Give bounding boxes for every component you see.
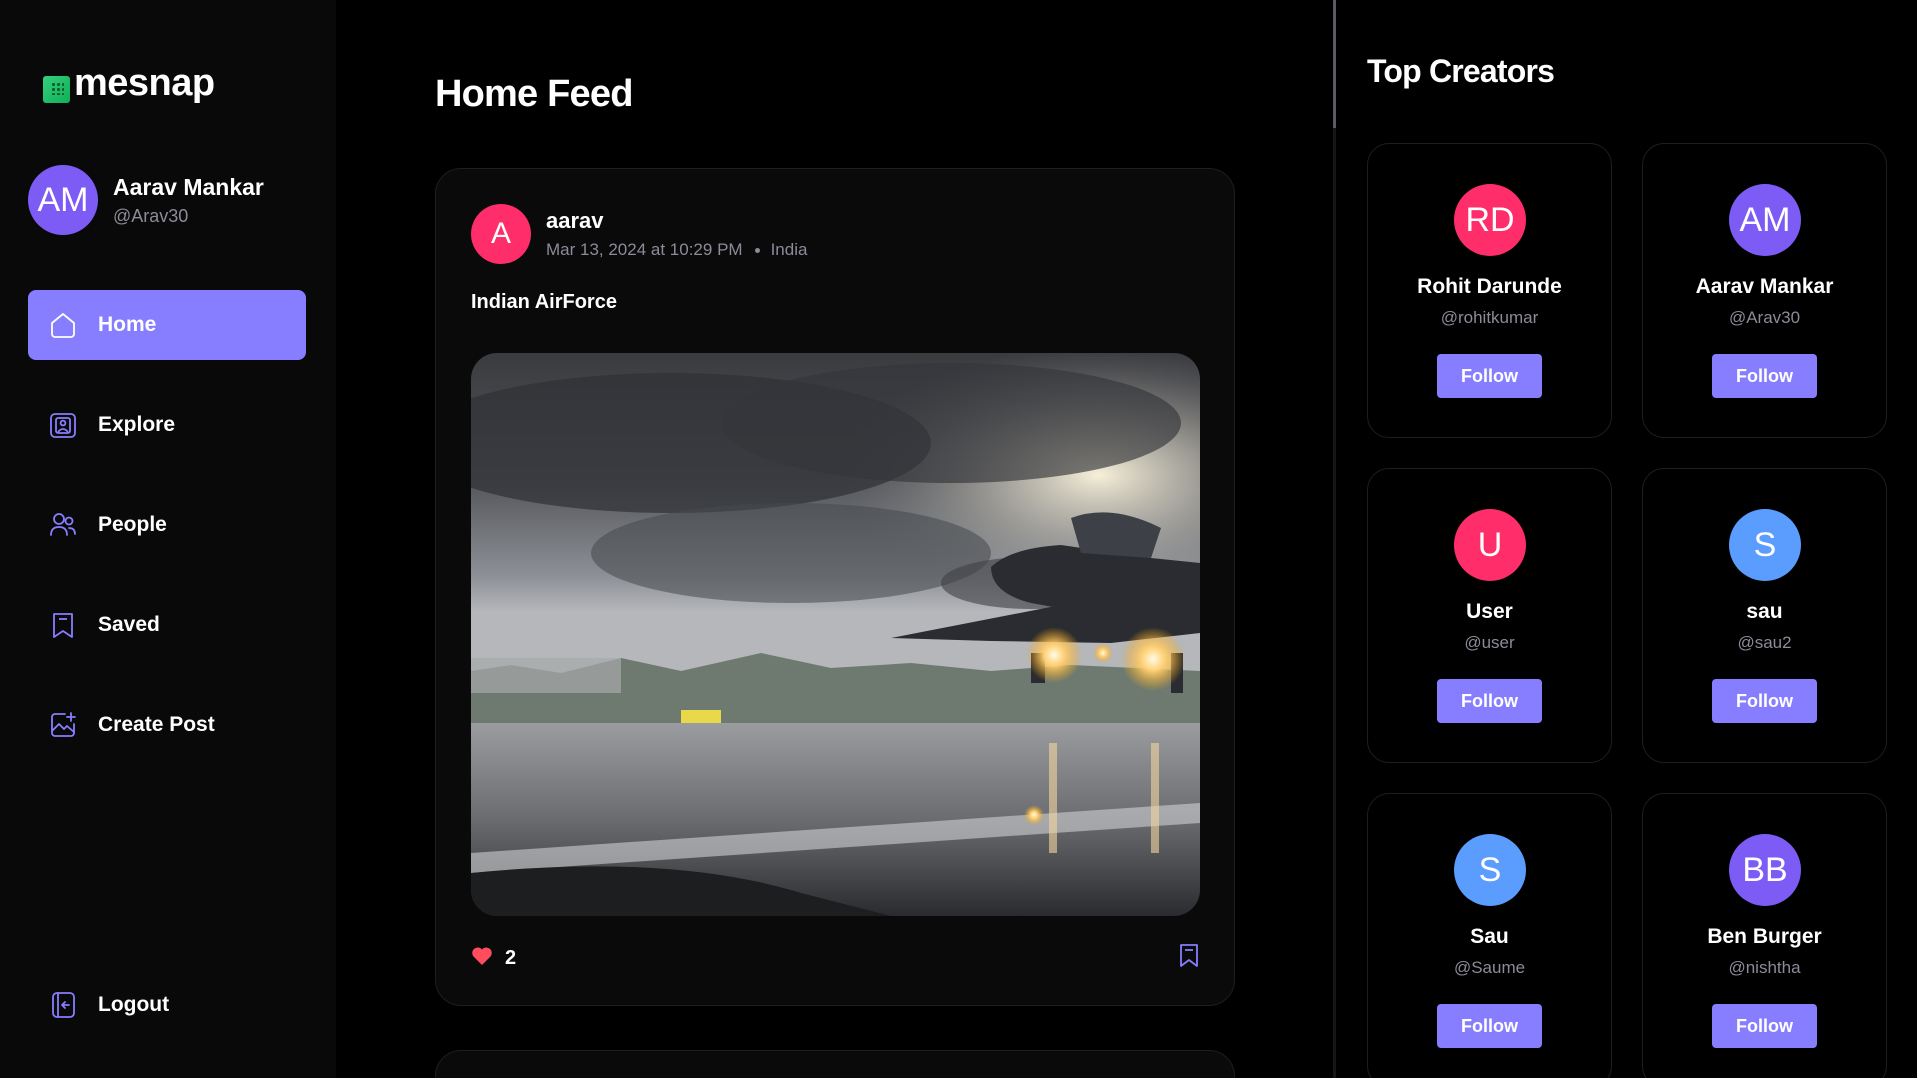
post-location: India	[770, 240, 808, 259]
sidebar-item-create-post[interactable]: Create Post	[28, 690, 306, 760]
sidebar-item-label: Home	[98, 313, 157, 336]
left-sidebar: mesnap AM Aarav Mankar @Arav30 Home Expl…	[0, 0, 336, 1078]
avatar[interactable]: S	[1454, 834, 1526, 906]
avatar[interactable]: RD	[1454, 184, 1526, 256]
brand-name: mesnap	[74, 62, 215, 104]
fighter-jet-photo	[471, 353, 1200, 916]
follow-button[interactable]: Follow	[1712, 679, 1817, 723]
post-header: A aarav Mar 13, 2024 at 10:29 PM India	[471, 204, 807, 264]
bookmark-icon	[48, 610, 78, 640]
creator-name: Rohit Darunde	[1417, 275, 1562, 298]
page-title: Home Feed	[435, 73, 633, 115]
sidebar-item-label: People	[98, 513, 167, 536]
people-icon	[48, 510, 78, 540]
post-author[interactable]: aarav	[546, 208, 807, 234]
avatar[interactable]: BB	[1729, 834, 1801, 906]
bookmark-icon[interactable]	[1178, 943, 1200, 974]
sidebar-item-saved[interactable]: Saved	[28, 590, 306, 660]
creator-card: RD Rohit Darunde @rohitkumar Follow	[1367, 143, 1612, 438]
creator-card: AM Aarav Mankar @Arav30 Follow	[1642, 143, 1887, 438]
post-author-avatar[interactable]: A	[471, 204, 531, 264]
post-card: A aarav Mar 13, 2024 at 10:29 PM India I…	[435, 168, 1235, 1006]
avatar[interactable]: U	[1454, 509, 1526, 581]
post-card	[435, 1050, 1235, 1078]
home-icon	[48, 310, 78, 340]
creator-card: U User @user Follow	[1367, 468, 1612, 763]
post-caption: Indian AirForce	[471, 291, 617, 313]
create-post-icon	[48, 710, 78, 740]
follow-button[interactable]: Follow	[1712, 1004, 1817, 1048]
profile-name: Aarav Mankar	[113, 173, 264, 200]
creator-handle: @Arav30	[1728, 308, 1801, 327]
sidebar-nav: Home Explore People Saved Create Post	[28, 290, 306, 790]
main-feed: Home Feed A aarav Mar 13, 2024 at 10:29 …	[336, 0, 1334, 1078]
post-image[interactable]	[471, 353, 1200, 916]
sidebar-item-home[interactable]: Home	[28, 290, 306, 360]
creator-name: Ben Burger	[1707, 925, 1822, 948]
creator-handle: @rohitkumar	[1440, 308, 1539, 327]
logout-icon	[48, 990, 78, 1020]
creator-handle: @Saume	[1453, 958, 1526, 977]
follow-button[interactable]: Follow	[1437, 354, 1542, 398]
follow-button[interactable]: Follow	[1437, 1004, 1542, 1048]
creator-handle: @sau2	[1737, 633, 1792, 652]
creator-card: S Sau @Saume Follow	[1367, 793, 1612, 1078]
sidebar-item-explore[interactable]: Explore	[28, 390, 306, 460]
explore-icon	[48, 410, 78, 440]
app-root: mesnap AM Aarav Mankar @Arav30 Home Expl…	[0, 0, 1917, 1078]
logo-mark-icon	[43, 76, 70, 103]
logout-button[interactable]: Logout	[28, 970, 306, 1040]
logout-label: Logout	[98, 993, 170, 1016]
follow-button[interactable]: Follow	[1437, 679, 1542, 723]
creator-name: User	[1466, 600, 1513, 623]
sidebar-item-label: Create Post	[98, 713, 215, 736]
creator-name: Aarav Mankar	[1695, 275, 1834, 298]
creator-name: sau	[1746, 600, 1783, 623]
separator-dot	[754, 247, 760, 253]
avatar[interactable]: S	[1729, 509, 1801, 581]
avatar: AM	[28, 165, 98, 235]
sidebar-item-people[interactable]: People	[28, 490, 306, 560]
creator-card: BB Ben Burger @nishtha Follow	[1642, 793, 1887, 1078]
heart-icon[interactable]	[471, 946, 493, 971]
creator-card: Ssau @sau2 Follow	[1642, 468, 1887, 763]
post-date: Mar 13, 2024 at 10:29 PM	[546, 240, 743, 259]
like-count: 2	[505, 947, 517, 969]
follow-button[interactable]: Follow	[1712, 354, 1817, 398]
sidebar-item-label: Saved	[98, 613, 160, 636]
current-user-profile[interactable]: AM Aarav Mankar @Arav30	[28, 165, 264, 235]
profile-handle: @Arav30	[113, 205, 189, 226]
post-actions: 2	[471, 943, 1200, 974]
creator-handle: @nishtha	[1728, 958, 1801, 977]
brand-logo[interactable]: mesnap	[43, 62, 215, 105]
top-creators-panel: Top Creators RD Rohit Darunde @rohitkumar F…	[1336, 0, 1917, 1078]
creator-handle: @user	[1464, 633, 1515, 652]
avatar[interactable]: AM	[1729, 184, 1801, 256]
sidebar-item-label: Explore	[98, 413, 176, 436]
top-creators-title: Top Creators	[1367, 53, 1555, 89]
creator-name: Sau	[1470, 925, 1509, 948]
